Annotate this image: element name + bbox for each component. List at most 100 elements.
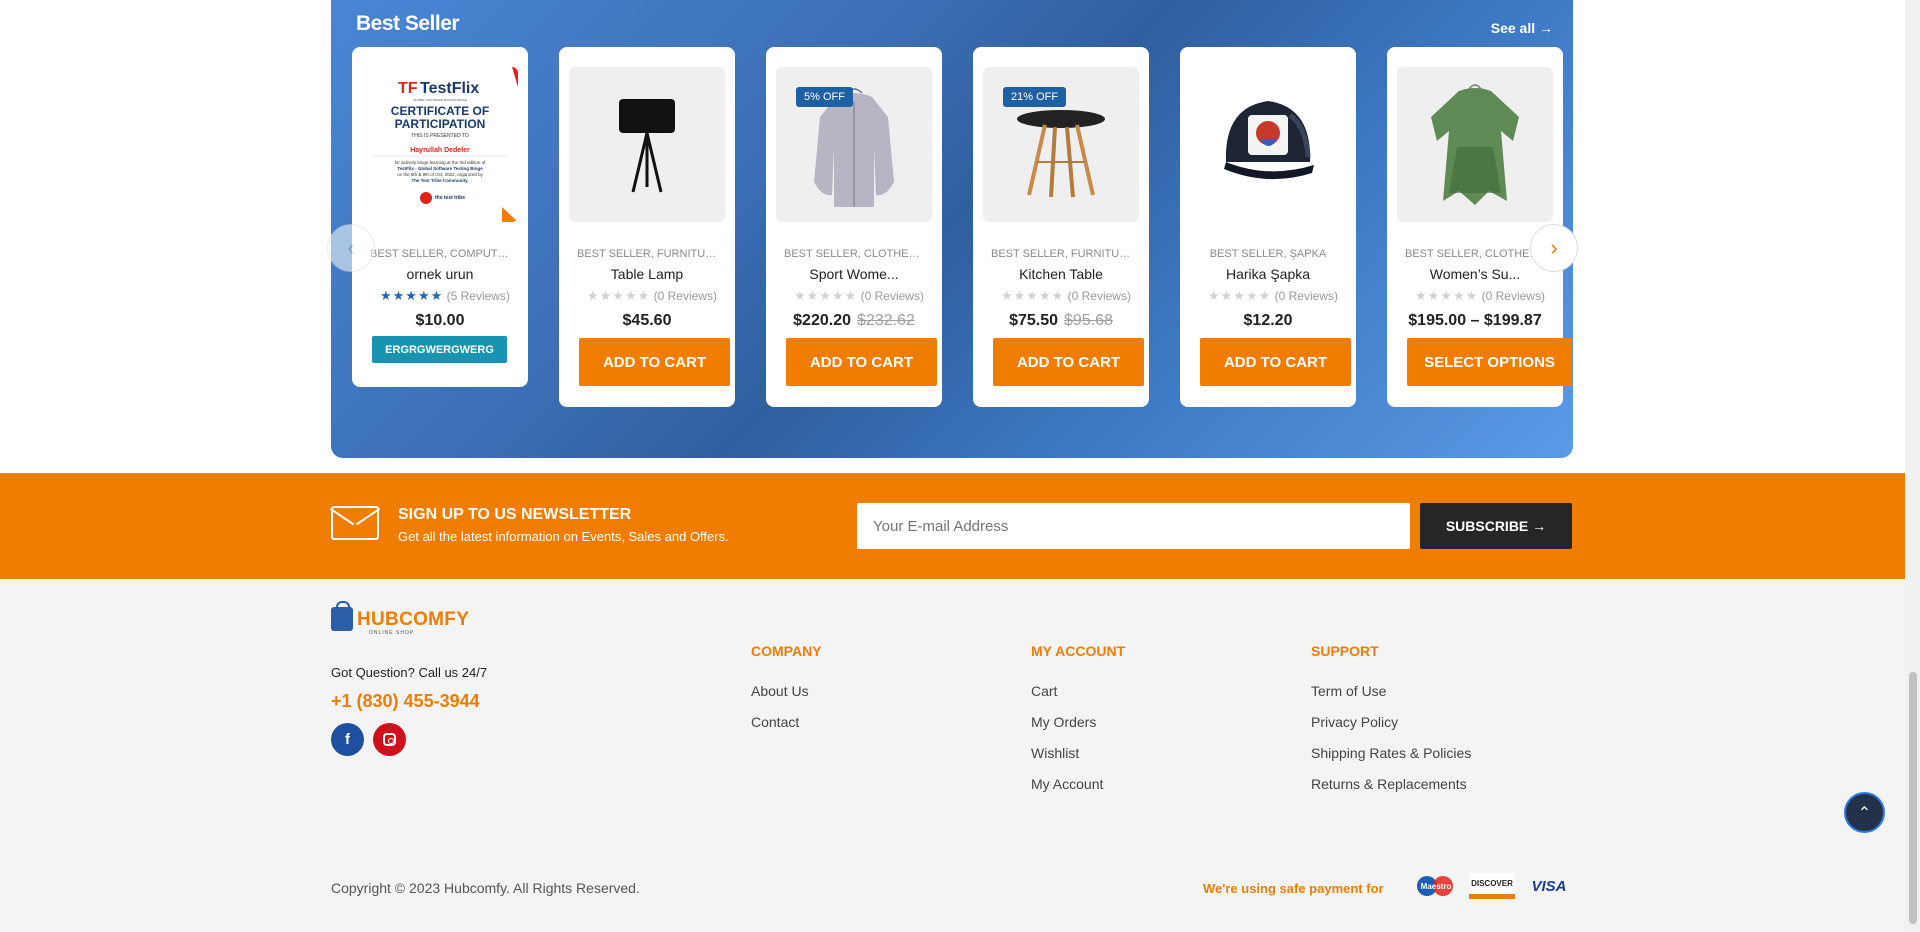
product-card[interactable]: BEST SELLER, FURNITURE, ... Table Lamp ★… (559, 47, 735, 407)
product-rating: ★★★★★ (0 Reviews) (579, 288, 725, 304)
footer-link-about-us[interactable]: About Us (751, 683, 809, 699)
product-categories[interactable]: BEST SELLER, FURNITURE, ... (559, 248, 735, 260)
product-name[interactable]: ornek urun (352, 266, 528, 282)
support-heading: SUPPORT (1311, 643, 1379, 659)
footer-link-my-account[interactable]: My Account (1031, 776, 1103, 792)
product-name[interactable]: Sport Wome... (766, 266, 942, 282)
footer-link-cart[interactable]: Cart (1031, 683, 1057, 699)
maestro-label: Maestro (1420, 881, 1452, 891)
product-image[interactable] (1397, 67, 1553, 222)
rating-stars: ★★★★★ (587, 288, 651, 303)
footer-link-term-of-use[interactable]: Term of Use (1311, 683, 1386, 699)
discover-icon: DISCOVER (1469, 873, 1515, 899)
cert-body-3: on the 8th & 9th of Oct, 2022, organized… (397, 172, 484, 177)
back-to-top-button[interactable]: ⌃ (1844, 792, 1885, 833)
product-categories[interactable]: BEST SELLER, ŞAPKA (1180, 248, 1356, 260)
rating-stars: ★★★★★ (794, 288, 858, 303)
carousel-prev-button[interactable]: ‹ (327, 224, 375, 272)
review-count: (0 Reviews) (1481, 289, 1545, 303)
review-count: (0 Reviews) (653, 289, 717, 303)
site-logo[interactable]: HUBCOMFY ONLINE SHOP (331, 601, 469, 636)
product-rating: ★★★★★ (5 Reviews) (372, 288, 518, 304)
cert-brand: TestFlix (420, 80, 479, 97)
add-to-cart-button[interactable]: ADD TO CART (1200, 338, 1351, 386)
product-price: $195.00 – $199.87 (1387, 312, 1563, 330)
add-to-cart-button[interactable]: ADD TO CART (993, 338, 1144, 386)
product-price: $75.50 $95.68 (973, 312, 1149, 330)
chevron-left-icon: ‹ (347, 235, 355, 260)
scrollbar[interactable] (1905, 0, 1920, 932)
instagram-glyph (383, 733, 396, 746)
footer-link-wishlist[interactable]: Wishlist (1031, 745, 1079, 761)
footer-link-privacy-policy[interactable]: Privacy Policy (1311, 714, 1398, 730)
newsletter-subtitle: Get all the latest information on Events… (398, 529, 729, 544)
product-categories[interactable]: BEST SELLER, FURNITURE, ... (973, 248, 1149, 260)
product-card[interactable]: 5% OFF BEST SELLER, CLOTHES, C... Sport … (766, 47, 942, 407)
price-current: $220.20 (793, 312, 851, 329)
newsletter-title: SIGN UP TO US NEWSLETTER (398, 506, 632, 523)
facebook-icon[interactable]: f (331, 723, 364, 756)
product-categories[interactable]: BEST SELLER, COMPUTERS (352, 248, 528, 260)
footer-link-returns[interactable]: Returns & Replacements (1311, 776, 1467, 792)
product-rating: ★★★★★ (0 Reviews) (1407, 288, 1553, 304)
product-card[interactable]: 21% OFF BEST SELLER, FURNITURE, ... Kitc… (973, 47, 1149, 407)
chevron-up-icon: ⌃ (1857, 804, 1872, 822)
page: Best Seller See all → TF TestFlix GLOBAL… (0, 0, 1920, 932)
logo-tagline: ONLINE SHOP (369, 630, 415, 636)
product-name[interactable]: Kitchen Table (973, 266, 1149, 282)
contact-question: Got Question? Call us 24/7 (331, 665, 488, 680)
facebook-glyph: f (345, 731, 350, 748)
price-old: $95.68 (1064, 312, 1113, 329)
price-current: $10.00 (415, 312, 465, 329)
instagram-icon[interactable] (373, 723, 406, 756)
rating-stars: ★★★★★ (380, 288, 444, 303)
carousel-next-button[interactable]: › (1530, 224, 1578, 272)
svg-text:TF: TF (398, 80, 418, 97)
product-price: $45.60 (559, 312, 735, 330)
product-card[interactable]: BEST SELLER, ŞAPKA Harika Şapka ★★★★★ (0… (1180, 47, 1356, 407)
section-title: Best Seller (356, 12, 460, 35)
cert-body-1: for actively binge learning at the 3rd e… (395, 160, 487, 165)
product-image[interactable] (569, 67, 725, 222)
shopping-bag-icon (331, 601, 353, 631)
rating-stars: ★★★★★ (1001, 288, 1065, 303)
product-image[interactable]: TF TestFlix GLOBAL SOFTWARE TESTING BING… (362, 67, 518, 222)
email-field[interactable] (857, 503, 1410, 549)
best-seller-section: Best Seller See all → TF TestFlix GLOBAL… (331, 0, 1573, 458)
scrollbar-thumb[interactable] (1909, 672, 1917, 924)
product-image[interactable] (1190, 67, 1346, 222)
product-name[interactable]: Women’s Su... (1387, 266, 1563, 282)
subscribe-button[interactable]: SUBSCRIBE → (1420, 503, 1572, 549)
copyright-text: Copyright © 2023 Hubcomfy. All Rights Re… (331, 880, 640, 896)
review-count: (0 Reviews) (1067, 289, 1131, 303)
newsletter-bar: SIGN UP TO US NEWSLETTER Get all the lat… (0, 473, 1905, 579)
product-name[interactable]: Harika Şapka (1180, 266, 1356, 282)
add-to-cart-button[interactable]: ADD TO CART (786, 338, 937, 386)
add-to-cart-button[interactable]: ADD TO CART (579, 338, 730, 386)
product-price: $12.20 (1180, 312, 1356, 330)
footer-link-my-orders[interactable]: My Orders (1031, 714, 1096, 730)
discount-badge: 21% OFF (1003, 87, 1067, 107)
my-account-heading: MY ACCOUNT (1031, 643, 1126, 659)
select-options-button[interactable]: SELECT OPTIONS (1407, 338, 1572, 386)
product-action-button[interactable]: ERGRGWERGWERG (372, 336, 507, 363)
product-name[interactable]: Table Lamp (559, 266, 735, 282)
cert-body-4: The Test Tribe Community. (411, 178, 468, 183)
maestro-icon: Maestro (1415, 873, 1457, 899)
product-categories[interactable]: BEST SELLER, CLOTHES, C... (766, 248, 942, 260)
product-price: $220.20 $232.62 (766, 312, 942, 330)
review-count: (0 Reviews) (860, 289, 924, 303)
footer-link-contact[interactable]: Contact (751, 714, 799, 730)
review-count: (5 Reviews) (446, 289, 510, 303)
footer-link-shipping-rates[interactable]: Shipping Rates & Policies (1311, 745, 1471, 761)
price-current: $75.50 (1009, 312, 1058, 329)
see-all-link[interactable]: See all → (1491, 20, 1553, 36)
product-card[interactable]: TF TestFlix GLOBAL SOFTWARE TESTING BING… (352, 47, 528, 387)
phone-number[interactable]: +1 (830) 455-3944 (331, 691, 480, 712)
price-current: $12.20 (1243, 312, 1293, 329)
discount-badge: 5% OFF (796, 87, 853, 107)
product-card[interactable]: BEST SELLER, CLOTHES, C... Women’s Su...… (1387, 47, 1572, 407)
cert-tribe: the test tribe (435, 195, 465, 201)
cert-line-1: CERTIFICATE OF (391, 104, 489, 118)
price-current: $195.00 – $199.87 (1408, 312, 1542, 329)
